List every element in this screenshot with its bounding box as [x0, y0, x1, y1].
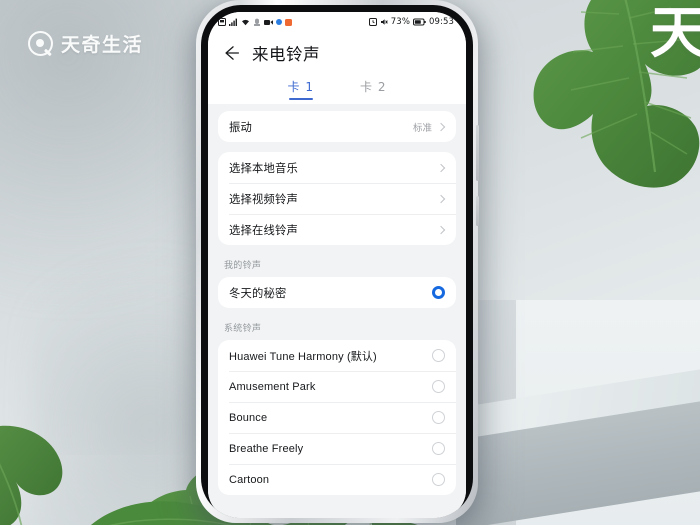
sim-card-icon — [218, 18, 226, 26]
radio-unselected[interactable] — [432, 380, 445, 393]
battery-percent-label: 73% — [390, 17, 410, 27]
wifi-icon — [242, 19, 249, 26]
chevron-right-icon — [436, 122, 446, 131]
alarm-icon — [368, 18, 377, 26]
clock-label: 09:53 — [429, 17, 454, 27]
video-icon — [264, 19, 273, 25]
phone-device: 73% 09:53 来电铃声 卡 1 卡 2 振动 标准 选择本地音乐 选择视频… — [196, 0, 479, 523]
chevron-right-icon — [436, 225, 446, 234]
settings-card-vibration: 振动 标准 — [218, 111, 456, 142]
orange-square-icon — [285, 18, 292, 26]
circle-q-logo-icon — [28, 31, 53, 56]
app-bar: 来电铃声 — [208, 32, 466, 74]
row-select-local-music[interactable]: 选择本地音乐 — [218, 152, 456, 183]
status-bar: 73% 09:53 — [208, 12, 466, 32]
row-label: 冬天的秘密 — [229, 286, 287, 300]
sim-tab-bar: 卡 1 卡 2 — [208, 74, 466, 104]
signal-bars-icon — [229, 18, 237, 26]
mute-icon — [380, 19, 388, 25]
settings-card-system-ringtones: Huawei Tune Harmony (默认) Amusement Park … — [218, 340, 456, 495]
row-label: 选择本地音乐 — [229, 161, 298, 175]
watermark: 天奇生活 — [28, 30, 143, 57]
tab-sim-1[interactable]: 卡 1 — [288, 78, 314, 100]
status-bar-right-icons: 73% 09:53 — [368, 17, 454, 27]
vowifi-icon — [254, 18, 260, 26]
corner-decoration-char: 天 — [650, 1, 700, 66]
scene-background: 天奇生活 天 73% 09:53 来电铃声 卡 1 卡 2 振动 标准 选择本地… — [0, 0, 700, 525]
phone-power-button[interactable] — [476, 196, 479, 226]
row-label: Amusement Park — [229, 380, 316, 393]
row-ringtone-cartoon[interactable]: Cartoon — [218, 464, 456, 495]
row-label: 选择在线铃声 — [229, 223, 298, 237]
settings-card-my-ringtones: 冬天的秘密 — [218, 277, 456, 308]
row-select-online-ringtone[interactable]: 选择在线铃声 — [218, 214, 456, 245]
page-title: 来电铃声 — [252, 45, 320, 64]
chevron-right-icon — [436, 194, 446, 203]
radio-unselected[interactable] — [432, 349, 445, 362]
radio-selected[interactable] — [432, 286, 445, 299]
row-label: 振动 — [229, 120, 252, 134]
section-header-system-ringtones: 系统铃声 — [224, 324, 262, 334]
row-ringtone-winter-secret[interactable]: 冬天的秘密 — [218, 277, 456, 308]
phone-bezel: 73% 09:53 来电铃声 卡 1 卡 2 振动 标准 选择本地音乐 选择视频… — [201, 5, 473, 518]
watermark-brand-text: 天奇生活 — [61, 34, 144, 56]
row-ringtone-huawei-tune-harmony[interactable]: Huawei Tune Harmony (默认) — [218, 340, 456, 371]
row-label: Breathe Freely — [229, 442, 304, 455]
row-value: 标准 — [412, 122, 432, 134]
status-bar-left-icons — [218, 18, 292, 26]
row-select-video-ringtone[interactable]: 选择视频铃声 — [218, 183, 456, 214]
settings-list[interactable]: 振动 标准 选择本地音乐 选择视频铃声 选择在线铃声 我的铃声 冬天的秘密 系统… — [208, 104, 466, 518]
radio-unselected[interactable] — [432, 473, 445, 486]
row-vibration[interactable]: 振动 标准 — [218, 111, 456, 142]
section-header-my-ringtones: 我的铃声 — [224, 261, 262, 271]
chevron-right-icon — [436, 163, 446, 172]
tab-sim-2[interactable]: 卡 2 — [360, 78, 386, 100]
row-ringtone-breathe-freely[interactable]: Breathe Freely — [218, 433, 456, 464]
row-ringtone-amusement-park[interactable]: Amusement Park — [218, 371, 456, 402]
settings-card-sources: 选择本地音乐 选择视频铃声 选择在线铃声 — [218, 152, 456, 245]
phone-volume-button[interactable] — [476, 125, 479, 181]
phone-screen: 73% 09:53 来电铃声 卡 1 卡 2 振动 标准 选择本地音乐 选择视频… — [208, 12, 466, 518]
back-arrow-icon[interactable] — [222, 44, 240, 62]
radio-unselected[interactable] — [432, 442, 445, 455]
row-label: Bounce — [229, 411, 268, 424]
row-ringtone-bounce[interactable]: Bounce — [218, 402, 456, 433]
radio-unselected[interactable] — [432, 411, 445, 424]
row-label: 选择视频铃声 — [229, 192, 298, 206]
monstera-leaf-bottom-left-small — [0, 420, 92, 525]
battery-icon — [413, 18, 426, 26]
row-label: Huawei Tune Harmony (默认) — [229, 350, 377, 363]
blue-dot-icon — [276, 19, 282, 25]
row-label: Cartoon — [229, 473, 270, 486]
